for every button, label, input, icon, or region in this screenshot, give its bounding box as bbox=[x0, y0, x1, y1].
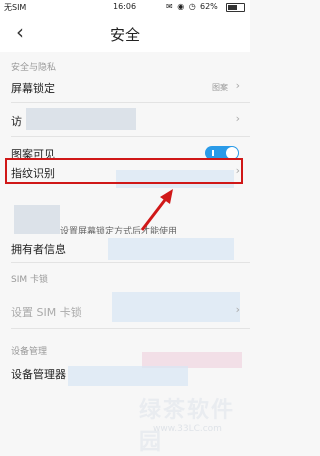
divider bbox=[11, 102, 250, 103]
row-label: 访 bbox=[11, 115, 22, 128]
watermark-logo: 绿茶软件园 www.33LC.com bbox=[105, 392, 250, 455]
blur-mask bbox=[108, 238, 234, 260]
divider bbox=[11, 328, 250, 329]
row-sim-lock[interactable]: 设置 SIM 卡锁 › bbox=[0, 298, 250, 326]
status-icons: ✉ ◉ ◷ bbox=[166, 2, 197, 11]
row-screen-lock[interactable]: 屏幕锁定 图案 › bbox=[0, 72, 250, 102]
divider bbox=[11, 136, 250, 137]
blur-mask bbox=[68, 366, 188, 386]
section-header-device: 设备管理 bbox=[11, 347, 48, 357]
highlight-box bbox=[5, 158, 243, 184]
section-header-sim: SIM 卡锁 bbox=[11, 275, 48, 285]
blur-mask bbox=[26, 108, 136, 130]
row-label: 拥有者信息 bbox=[11, 243, 66, 256]
chevron-right-icon: › bbox=[235, 112, 240, 125]
annotation-arrow-icon bbox=[140, 189, 173, 231]
blur-mask bbox=[14, 205, 60, 237]
carrier-label: 无SIM bbox=[4, 3, 27, 12]
row-label: 屏幕锁定 bbox=[11, 82, 55, 95]
battery-percent: 62% bbox=[200, 2, 218, 11]
divider bbox=[11, 262, 250, 263]
clock: 16:06 bbox=[113, 2, 137, 11]
row-value: 图案 bbox=[212, 83, 228, 92]
row-label: 设备管理器 bbox=[11, 368, 66, 381]
watermark-url: www.33LC.com bbox=[153, 424, 222, 434]
chevron-right-icon: › bbox=[235, 79, 240, 92]
toggle-on-icon bbox=[212, 150, 214, 156]
battery-icon bbox=[226, 3, 245, 12]
title-bar: ‹ 安全 bbox=[0, 14, 250, 52]
row-label: 设置 SIM 卡锁 bbox=[11, 306, 82, 319]
page-title: 安全 bbox=[109, 26, 140, 44]
status-bar: 无SIM 16:06 ✉ ◉ ◷ 62% bbox=[0, 0, 250, 14]
chevron-right-icon: › bbox=[235, 303, 240, 316]
